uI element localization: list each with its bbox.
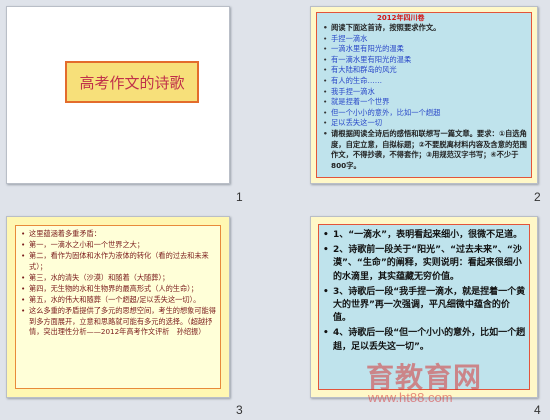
bullet-item: 但一个小小的意外，比如一个趔趄 <box>323 108 529 119</box>
bullet-item: 第一，一滴水之小和一个世界之大； <box>21 240 217 250</box>
slide-thumbnail-2[interactable]: 2012年四川卷 阅读下面这首诗，按照要求作文。 手捏一滴水 一滴水里有阳光的温… <box>310 6 538 184</box>
bullet-item: 第五，水的伟大和随葬（一个趔趄/足以丢失这一切）。 <box>21 295 217 305</box>
bullet-item: 手捏一滴水 <box>323 34 529 45</box>
bullet-item: 第四，无生物的水和生物界的最高形式（人的生命）； <box>21 284 217 294</box>
bullet-item: 请根据阅读全诗后的感悟和联想写一篇文章。要求：①自选角度，自定立意，自拟标题；②… <box>323 129 529 171</box>
slide-header: 2012年四川卷 <box>377 14 425 22</box>
slide-bullet-list: 1、“一滴水”，表明看起来细小，很微不足道。 2、诗歌前一段关于“阳光”、“过去… <box>323 229 527 356</box>
slide-thumbnail-3[interactable]: 这里蕴涵着多重矛盾： 第一，一滴水之小和一个世界之大； 第二，看作为固体和水作为… <box>6 216 230 398</box>
bullet-item: 有人的生命…… <box>323 76 529 87</box>
slide-number-4: 4 <box>534 403 541 417</box>
bullet-item: 1、“一滴水”，表明看起来细小，很微不足道。 <box>323 229 527 242</box>
bullet-item: 这里蕴涵着多重矛盾： <box>21 229 217 239</box>
bullet-item: 有大陆和群岛的风光 <box>323 65 529 76</box>
slide-thumbnail-1[interactable]: 高考作文的诗歌 <box>6 6 230 184</box>
slide-bullet-list: 这里蕴涵着多重矛盾： 第一，一滴水之小和一个世界之大； 第二，看作为固体和水作为… <box>21 229 217 338</box>
bullet-item: 这么多重的矛盾提供了多元的思想空间，考生的想象可能得到多方面展开，立意和思路就可… <box>21 306 217 337</box>
bullet-item: 3、诗歌后一段“我手捏一滴水，就是捏着一个黄大的世界”再一次强调，平凡细微中蕴含… <box>323 286 527 326</box>
slide-number-3: 3 <box>236 403 243 417</box>
bullet-item: 一滴水里有阳光的温柔 <box>323 44 529 55</box>
slide-bullet-list: 阅读下面这首诗，按照要求作文。 手捏一滴水 一滴水里有阳光的温柔 有一滴水里有阳… <box>323 23 529 171</box>
bullet-item: 4、诗歌后一段“但一个小小的意外，比如一个趔趄，足以丢失这一切”。 <box>323 327 527 353</box>
bullet-item: 第三，水的清失（沙漠）和随着（大随葬）； <box>21 273 217 283</box>
bullet-item: 足以丢失这一切 <box>323 118 529 129</box>
slide-content-box: 2012年四川卷 阅读下面这首诗，按照要求作文。 手捏一滴水 一滴水里有阳光的温… <box>316 12 532 178</box>
slide-content-box: 这里蕴涵着多重矛盾： 第一，一滴水之小和一个世界之大； 第二，看作为固体和水作为… <box>15 225 221 389</box>
slide-title: 高考作文的诗歌 <box>65 61 199 103</box>
bullet-item: 2、诗歌前一段关于“阳光”、“过去未来”、“沙漠”、“生命”的阐释，实则说明：看… <box>323 244 527 284</box>
slide-thumbnail-4[interactable]: 1、“一滴水”，表明看起来细小，很微不足道。 2、诗歌前一段关于“阳光”、“过去… <box>310 216 538 398</box>
slide-number-1: 1 <box>236 190 243 204</box>
slide-content-box: 1、“一滴水”，表明看起来细小，很微不足道。 2、诗歌前一段关于“阳光”、“过去… <box>318 224 530 390</box>
slide-number-2: 2 <box>534 190 541 204</box>
bullet-item: 就是捏着一个世界 <box>323 97 529 108</box>
bullet-item: 有一滴水里有阳光的温柔 <box>323 55 529 66</box>
bullet-item: 阅读下面这首诗，按照要求作文。 <box>323 23 529 34</box>
bullet-item: 我手捏一滴水 <box>323 87 529 98</box>
bullet-item: 第二，看作为固体和水作为液体的转化（看的过去和未来式）； <box>21 251 217 271</box>
